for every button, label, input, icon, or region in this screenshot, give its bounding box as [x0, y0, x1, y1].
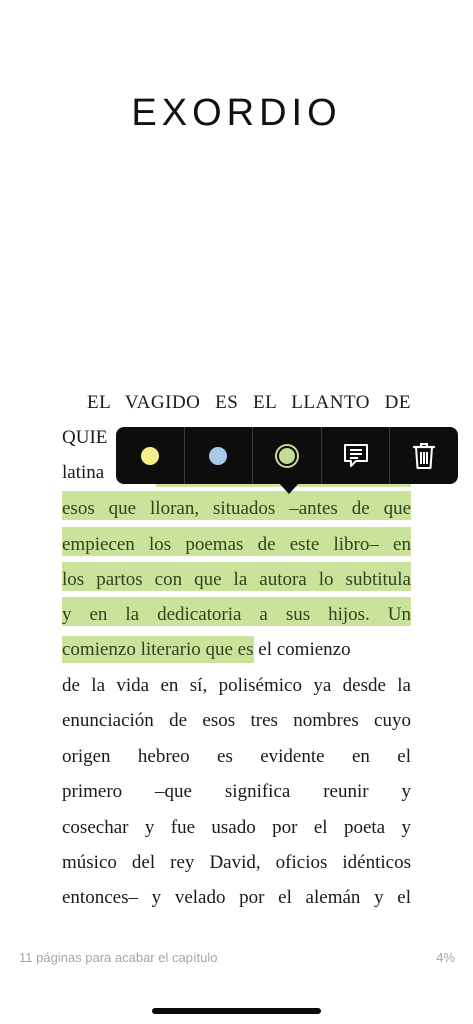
text-span: los partos con que la autora lo subtitul… — [62, 569, 411, 590]
text-line: entonces– y velado por el alemán y el — [62, 887, 411, 908]
text-line: de la vida en sí, polisémico ya desde la — [62, 675, 411, 696]
highlight-toolbar — [116, 427, 458, 484]
text-fragment: el comienzo — [253, 639, 351, 660]
trash-icon — [413, 442, 436, 469]
highlighted-line[interactable]: empiecen los poemas de este libro– en — [62, 527, 411, 556]
green-color-selected — [274, 443, 299, 468]
progress-percent: 4% — [436, 950, 455, 965]
text-line: comienzo literario que es el comienzo — [62, 632, 411, 668]
green-color-button[interactable] — [253, 427, 322, 484]
yellow-color-dot — [140, 446, 159, 465]
text-span: esos que lloran, situados –antes de que — [62, 498, 411, 519]
text-line: origen hebreo es evidente en el — [62, 746, 411, 767]
blue-color-button[interactable] — [185, 427, 254, 484]
text-span: y en la dedicatoria a sus hijos. Un — [62, 604, 411, 625]
add-note-button[interactable] — [322, 427, 391, 484]
green-color-dot — [278, 447, 295, 464]
delete-highlight-button[interactable] — [390, 427, 458, 484]
text-line: músico del rey David, oficios idénticos — [62, 852, 411, 873]
text-line: cosechar y fue usado por el poeta y — [62, 817, 411, 838]
yellow-color-button[interactable] — [116, 427, 185, 484]
text-line: enunciación de esos tres nombres cuyo — [62, 710, 411, 731]
text-span: empiecen los poemas de este libro– en — [62, 534, 411, 555]
text-line: EL VAGIDO ES EL LLANTO DE — [87, 392, 411, 413]
highlighted-line[interactable]: y en la dedicatoria a sus hijos. Un — [62, 597, 411, 626]
highlighted-line[interactable]: los partos con que la autora lo subtitul… — [62, 562, 411, 591]
home-indicator[interactable] — [152, 1008, 321, 1014]
highlighted-text[interactable]: comienzo literario que es — [62, 636, 254, 663]
reading-footer: 11 páginas para acabar el capítulo 4% — [19, 950, 455, 965]
text-fragment: latina — [62, 462, 105, 483]
toolbar-caret — [279, 483, 299, 494]
highlighted-line[interactable]: esos que lloran, situados –antes de que — [62, 491, 411, 520]
pages-left-label: 11 páginas para acabar el capítulo — [19, 950, 218, 965]
blue-color-dot — [209, 446, 228, 465]
note-icon — [343, 443, 368, 467]
chapter-title: EXORDIO — [131, 92, 342, 134]
text-line: primero –que significa reunir y — [62, 781, 411, 802]
